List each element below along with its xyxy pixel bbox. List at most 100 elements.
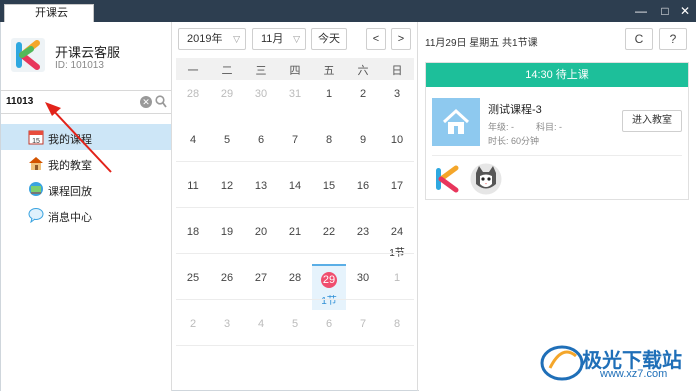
calendar-day[interactable]: 3 [210, 310, 244, 356]
day-number: 30 [356, 272, 370, 284]
calendar-day[interactable]: 19 [210, 218, 244, 264]
app-logo-icon [11, 38, 45, 72]
calendar-day[interactable]: 2 [346, 80, 380, 126]
calendar-day[interactable]: 5 [210, 126, 244, 172]
calendar-day[interactable]: 15 [312, 172, 346, 218]
calendar-day[interactable]: 9 [346, 126, 380, 172]
calendar-day[interactable]: 22 [312, 218, 346, 264]
search-input[interactable]: 11013 [6, 96, 33, 107]
year-select[interactable]: 2019年 ▽ [178, 28, 246, 50]
help-button[interactable]: ? [659, 28, 687, 50]
calendar-day[interactable]: 7 [278, 126, 312, 172]
nav-item-message-center[interactable]: 消息中心 [1, 202, 171, 228]
calendar-day[interactable]: 6 [312, 310, 346, 356]
next-month-button[interactable]: > [391, 28, 411, 50]
day-number: 29 [220, 88, 234, 100]
weekday-label: 日 [391, 65, 403, 77]
search-icon[interactable] [155, 95, 167, 109]
calendar-day[interactable]: 25 [176, 264, 210, 310]
annotation-arrow-icon [45, 102, 112, 173]
day-number: 27 [254, 272, 268, 284]
day-number: 9 [359, 134, 367, 146]
nav-label: 课程回放 [48, 186, 92, 198]
day-number: 14 [288, 180, 302, 192]
watermark-url: www.xz7.com [600, 368, 668, 380]
calendar-day[interactable]: 2 [176, 310, 210, 356]
weekday-header: 一二三四五六日 [176, 58, 414, 80]
calendar-day[interactable]: 11 [176, 172, 210, 218]
calendar-day[interactable]: 7 [346, 310, 380, 356]
nav-item-course-replay[interactable]: 课程回放 [1, 176, 171, 202]
close-button[interactable]: ✕ [674, 2, 696, 20]
sidebar: 开课云客服 ID: 101013 11013 ✕ 15 我的课程 我的教室 课程… [1, 22, 172, 391]
calendar-day[interactable]: 18 [176, 218, 210, 264]
calendar-day-today[interactable]: 29 1节 [312, 264, 346, 310]
calendar-day[interactable]: 8 [312, 126, 346, 172]
divider [432, 155, 682, 156]
calendar-day[interactable]: 30 [244, 80, 278, 126]
nav-label: 消息中心 [48, 212, 92, 224]
calendar-day[interactable]: 27 [244, 264, 278, 310]
calendar-day[interactable]: 21 [278, 218, 312, 264]
day-number: 1 [393, 272, 401, 284]
day-number: 21 [288, 226, 302, 238]
calendar-day[interactable]: 28 [176, 80, 210, 126]
day-number: 28 [186, 88, 200, 100]
calendar-panel: 2019年 ▽ 11月 ▽ 今天 < > 一二三四五六日 28 29 30 31 1 2 3 4 5… [172, 22, 418, 391]
calendar-day[interactable]: 24 1节 [380, 218, 414, 264]
calendar-day[interactable]: 8 [380, 310, 414, 356]
day-number: 5 [291, 318, 299, 330]
calendar-day[interactable]: 29 [210, 80, 244, 126]
lesson-count: 1节 [380, 244, 414, 259]
row-divider [176, 207, 414, 208]
day-number: 31 [288, 88, 302, 100]
day-number: 16 [356, 180, 370, 192]
day-number: 24 [390, 226, 404, 238]
calendar-day[interactable]: 14 [278, 172, 312, 218]
calendar-day[interactable]: 20 [244, 218, 278, 264]
calendar-day[interactable]: 4 [176, 126, 210, 172]
course-subject: 科目: - [536, 122, 562, 132]
enter-classroom-button[interactable]: 进入教室 [622, 110, 682, 132]
calendar-day[interactable]: 28 [278, 264, 312, 310]
calendar-day[interactable]: 5 [278, 310, 312, 356]
minimize-button[interactable]: — [630, 2, 652, 20]
chevron-down-icon: ▽ [233, 34, 240, 44]
app-body: 开课云客服 ID: 101013 11013 ✕ 15 我的课程 我的教室 课程… [0, 22, 696, 391]
day-number: 20 [254, 226, 268, 238]
calendar-day[interactable]: 17 [380, 172, 414, 218]
maximize-button[interactable]: □ [654, 2, 676, 20]
day-number: 23 [356, 226, 370, 238]
app-tab[interactable]: 开课云 [4, 4, 94, 22]
day-number: 25 [186, 272, 200, 284]
row-divider [176, 299, 414, 300]
day-number: 15 [322, 180, 336, 192]
day-number: 1 [325, 88, 333, 100]
month-select[interactable]: 11月 ▽ [252, 28, 306, 50]
calendar-day[interactable]: 12 [210, 172, 244, 218]
weekday-label: 六 [357, 65, 369, 77]
course-thumbnail [432, 98, 480, 146]
calendar-day[interactable]: 6 [244, 126, 278, 172]
calendar-day[interactable]: 4 [244, 310, 278, 356]
today-button[interactable]: 今天 [311, 28, 347, 50]
calendar-day[interactable]: 1 [312, 80, 346, 126]
day-number: 22 [322, 226, 336, 238]
day-number: 2 [359, 88, 367, 100]
clear-icon[interactable]: ✕ [140, 96, 152, 108]
calendar-day[interactable]: 3 [380, 80, 414, 126]
calendar-day[interactable]: 13 [244, 172, 278, 218]
calendar-day[interactable]: 23 [346, 218, 380, 264]
day-number: 2 [189, 318, 197, 330]
calendar-day[interactable]: 30 [346, 264, 380, 310]
profile-id: ID: 101013 [55, 60, 104, 71]
prev-month-button[interactable]: < [366, 28, 386, 50]
course-grade: 年级: - [488, 122, 514, 132]
day-number: 28 [288, 272, 302, 284]
calendar-day[interactable]: 16 [346, 172, 380, 218]
calendar-day[interactable]: 26 [210, 264, 244, 310]
refresh-button[interactable]: C [625, 28, 653, 50]
calendar-day[interactable]: 31 [278, 80, 312, 126]
calendar-day[interactable]: 10 [380, 126, 414, 172]
calendar-day[interactable]: 1 [380, 264, 414, 310]
